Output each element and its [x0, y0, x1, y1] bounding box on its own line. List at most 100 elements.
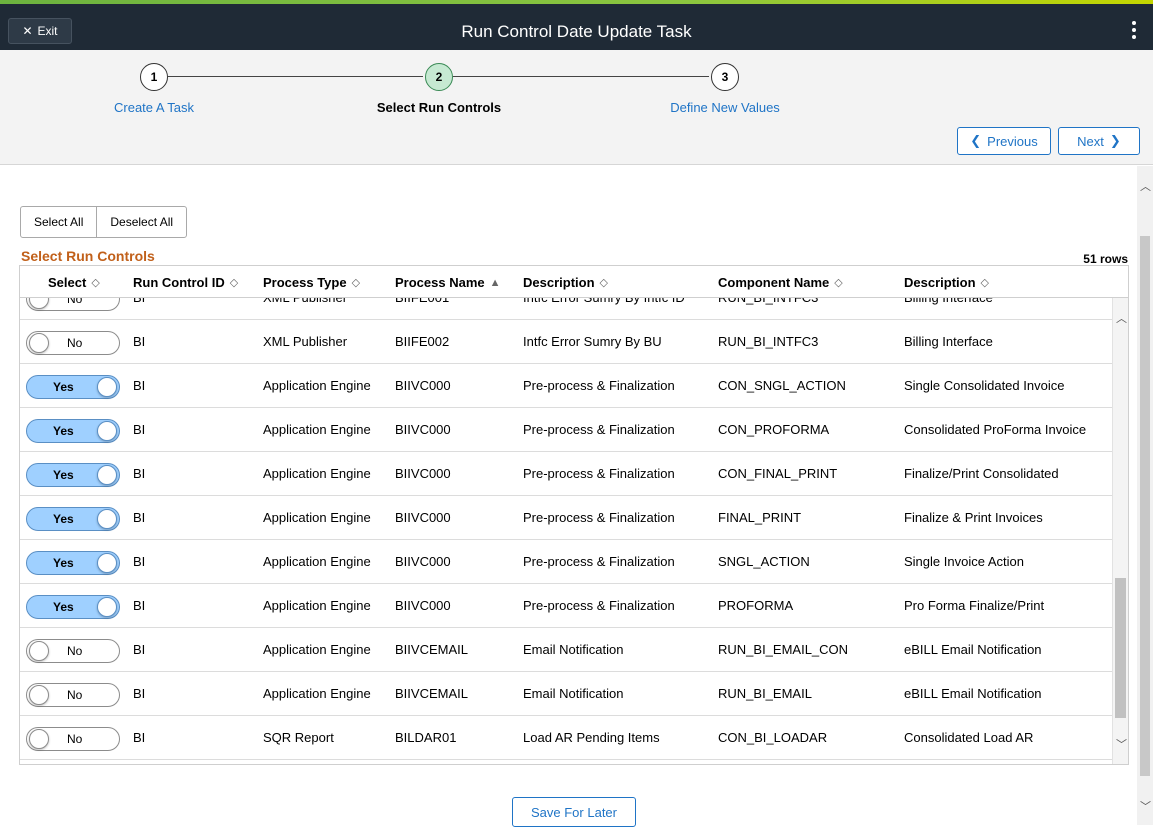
select-toggle[interactable]: No	[26, 331, 120, 355]
cell-process-name: BIIFE002	[395, 334, 450, 349]
chevron-right-icon: ❯	[1109, 133, 1121, 148]
sort-icon: ◇	[599, 277, 608, 289]
toggle-knob	[29, 685, 49, 705]
cell-process-type: Application Engine	[263, 510, 371, 525]
save-for-later-button[interactable]: Save For Later	[512, 797, 636, 827]
step-3-circle[interactable]: 3	[711, 63, 739, 91]
page-scrollbar-thumb[interactable]	[1140, 236, 1150, 776]
toggle-knob	[29, 333, 49, 353]
table-row: No BI Application Engine BIIVCEMAIL Email No…	[20, 628, 1112, 672]
toggle-knob	[97, 597, 117, 617]
column-header-process-name[interactable]: Process Name ▲	[395, 275, 501, 290]
cell-component: PROFORMA	[718, 598, 794, 613]
step-1-circle[interactable]: 1	[140, 63, 168, 91]
toggle-label: No	[67, 644, 83, 658]
select-toggle[interactable]: No	[26, 639, 120, 663]
toggle-knob	[97, 553, 117, 573]
cell-description2: Finalize/Print Consolidated	[904, 466, 1059, 481]
cell-description: Pre-process & Finalization	[523, 598, 675, 613]
chevron-up-icon[interactable]: ︿	[1140, 178, 1151, 194]
cell-run-control-id: BI	[133, 378, 146, 393]
sort-icon: ◇	[980, 277, 989, 289]
cell-component: FINAL_PRINT	[718, 510, 802, 525]
step-2-circle: 2	[425, 63, 453, 91]
toggle-knob	[29, 641, 49, 661]
cell-description: Pre-process & Finalization	[523, 466, 675, 481]
select-toggle[interactable]: No	[26, 683, 120, 707]
cell-run-control-id: BI	[133, 554, 146, 569]
cell-description: Email Notification	[523, 686, 624, 701]
cell-process-name: BIIVC000	[395, 554, 451, 569]
grid-scrollbar-thumb[interactable]	[1115, 578, 1126, 718]
sort-icon: ◇	[351, 277, 361, 289]
toggle-label: Yes	[53, 512, 74, 526]
cell-component: CON_BI_LOADAR	[718, 730, 828, 745]
select-toggle[interactable]: Yes	[26, 463, 120, 487]
chevron-down-icon[interactable]: ﹀	[1140, 798, 1151, 814]
sort-icon: ◇	[229, 277, 239, 289]
previous-button[interactable]: ❮ Previous	[957, 127, 1051, 155]
sort-icon: ◇	[834, 277, 843, 289]
table-row: Yes BI Application Engine BIIVC000 Pre-proce…	[20, 364, 1112, 408]
table-row: Yes BI Application Engine BIIVC000 Pre-proce…	[20, 540, 1112, 584]
column-header-run-control-id[interactable]: Run Control ID ◇	[133, 275, 238, 290]
column-header-description[interactable]: Description ◇	[523, 275, 608, 290]
cell-process-type: XML Publisher	[263, 334, 348, 349]
cell-description2: Consolidated ProForma Invoice	[904, 422, 1087, 437]
cell-component: CON_SNGL_ACTION	[718, 378, 846, 393]
cell-process-name: BIIVC000	[395, 378, 451, 393]
sort-ascending-icon: ▲	[489, 276, 501, 289]
cell-description: Pre-process & Finalization	[523, 554, 675, 569]
column-header-component-name[interactable]: Component Name ◇	[718, 275, 843, 290]
cell-description2: Single Consolidated Invoice	[904, 378, 1065, 393]
select-toggle[interactable]: Yes	[26, 419, 120, 443]
next-button[interactable]: Next ❯	[1058, 127, 1140, 155]
table-row: No BI SQR Report BILDAR01 Load AR Pending It…	[20, 716, 1112, 760]
column-header-process-type[interactable]: Process Type ◇	[263, 275, 360, 290]
cell-description2: Finalize & Print Invoices	[904, 510, 1043, 525]
cell-process-name: BIIVC000	[395, 598, 451, 613]
cell-description: Intfc Error Sumry By BU	[523, 334, 662, 349]
select-toggle[interactable]: Yes	[26, 507, 120, 531]
column-header-select[interactable]: Select ◇	[48, 275, 100, 290]
toggle-label: Yes	[53, 468, 74, 482]
cell-description: Pre-process & Finalization	[523, 422, 675, 437]
cell-description: Load AR Pending Items	[523, 730, 660, 745]
select-toggle[interactable]: Yes	[26, 375, 120, 399]
toggle-knob	[97, 509, 117, 529]
cell-run-control-id: BI	[133, 642, 146, 657]
chevron-down-icon[interactable]: ﹀	[1116, 736, 1127, 752]
run-controls-grid: NoBIXML PublisherBIIFE001Intfc Error Sum…	[19, 265, 1129, 765]
cell-component: RUN_BI_EMAIL	[718, 686, 812, 701]
chevron-up-icon[interactable]: ︿	[1116, 310, 1127, 326]
cell-process-name: BILDAR01	[395, 730, 457, 745]
toggle-label: No	[67, 336, 83, 350]
table-row: No BI XML Publisher BIIFE002 Intfc Error Sum…	[20, 320, 1112, 364]
step-1-label[interactable]: Create A Task	[114, 100, 194, 115]
page-title: Run Control Date Update Task	[461, 22, 692, 41]
train-stop-progress: 1 Create A Task 2 Select Run Controls 3 …	[0, 50, 1153, 165]
toggle-knob	[97, 421, 117, 441]
more-actions-icon[interactable]	[1129, 18, 1139, 42]
sort-icon: ◇	[91, 277, 100, 289]
select-toggle[interactable]: Yes	[26, 551, 120, 575]
cell-process-type: Application Engine	[263, 686, 371, 701]
grid-scrollbar[interactable]: ︿ ﹀	[1112, 298, 1128, 764]
column-header-description-2[interactable]: Description ◇	[904, 275, 989, 290]
cell-run-control-id: BI	[133, 334, 146, 349]
deselect-all-button[interactable]: Deselect All	[96, 207, 186, 237]
row-count: 51 rows	[1083, 252, 1128, 266]
cell-run-control-id: BI	[133, 466, 146, 481]
cell-run-control-id: BI	[133, 510, 146, 525]
page-scrollbar[interactable]: ︿ ﹀	[1137, 166, 1153, 825]
cell-description2: Single Invoice Action	[904, 554, 1024, 569]
step-2-label: Select Run Controls	[376, 100, 502, 115]
cell-process-type: Application Engine	[263, 554, 371, 569]
selection-actions: Select All Deselect All	[20, 206, 188, 238]
select-toggle[interactable]: No	[26, 727, 120, 751]
cell-run-control-id: BI	[133, 686, 146, 701]
cell-process-type: Application Engine	[263, 378, 371, 393]
select-toggle[interactable]: Yes	[26, 595, 120, 619]
step-3-label[interactable]: Define New Values	[670, 100, 780, 115]
select-all-button[interactable]: Select All	[21, 207, 96, 237]
